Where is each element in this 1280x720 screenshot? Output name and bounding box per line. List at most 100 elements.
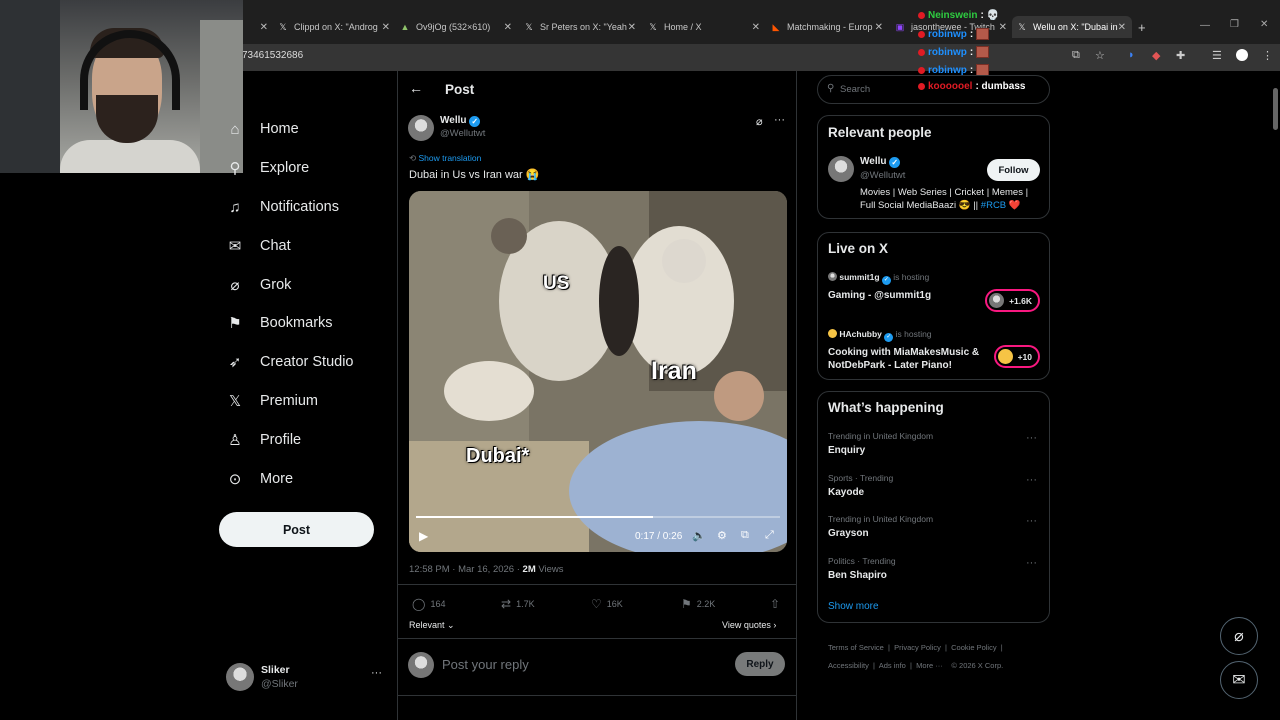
fullscreen-icon[interactable]: ⤢: [765, 529, 774, 542]
search-input[interactable]: Search: [840, 84, 870, 95]
more-dots-icon[interactable]: ···: [1026, 432, 1037, 444]
star-icon[interactable]: ☆: [1095, 49, 1105, 62]
window-close-button[interactable]: ✕: [1260, 19, 1268, 30]
live-host[interactable]: summit1g ✓ is hosting: [828, 272, 929, 285]
close-icon[interactable]: ✕: [504, 22, 512, 33]
volume-icon[interactable]: 🔈: [692, 529, 706, 542]
account-switcher[interactable]: Sliker @Sliker ···: [226, 661, 386, 693]
trend-item[interactable]: Trending in United Kingdom Grayson: [828, 514, 1038, 539]
live-listener-badge[interactable]: +1.6K: [985, 289, 1040, 312]
scrollbar-thumb[interactable]: [1273, 88, 1278, 130]
grok-fab[interactable]: ⌀: [1220, 617, 1258, 655]
tab-matchmaking[interactable]: ◣ Matchmaking - Europ ✕: [771, 16, 883, 38]
like-action[interactable]: ♡ 16K: [591, 597, 623, 611]
tab-image[interactable]: ▲ Ov9jOg (532×610) ✕: [400, 16, 512, 38]
author-handle[interactable]: @Wellutwt: [440, 128, 485, 139]
url-text[interactable]: 73461532686: [242, 50, 303, 61]
chevron-down-icon: ⌄: [447, 620, 455, 630]
close-icon[interactable]: ✕: [382, 22, 390, 33]
tab-clippd[interactable]: 𝕏 Clippd on X: "Androg ✕: [278, 16, 390, 38]
close-icon[interactable]: ✕: [999, 22, 1007, 33]
play-icon[interactable]: ▶: [419, 529, 428, 543]
puzzle-icon[interactable]: ✚: [1176, 49, 1185, 62]
footer-link[interactable]: Cookie Policy: [951, 643, 996, 652]
profile-icon[interactable]: [1236, 49, 1248, 61]
close-icon[interactable]: ✕: [628, 22, 636, 33]
trend-item[interactable]: Politics · Trending Ben Shapiro: [828, 556, 1038, 581]
more-dots-icon[interactable]: ···: [774, 114, 785, 126]
trend-item[interactable]: Sports · Trending Kayode: [828, 473, 1038, 498]
nav-bookmarks[interactable]: ⚑ Bookmarks: [226, 310, 332, 336]
tab-home-x[interactable]: 𝕏 Home / X ✕: [648, 16, 760, 38]
back-arrow-icon[interactable]: ←: [409, 80, 423, 96]
reply-action[interactable]: ◯ 164: [412, 597, 445, 611]
post-button[interactable]: Post: [219, 512, 374, 547]
reply-input[interactable]: Post your reply: [442, 657, 529, 672]
grok-icon[interactable]: ⌀: [756, 115, 763, 128]
nav-creator-studio[interactable]: ➶ Creator Studio: [226, 349, 354, 375]
reply-button[interactable]: Reply: [735, 652, 785, 676]
nav-more[interactable]: ⊙ More: [226, 466, 293, 492]
scrollbar[interactable]: [1271, 71, 1280, 720]
close-icon[interactable]: ✕: [1118, 22, 1126, 33]
share-action[interactable]: ⇧: [770, 597, 780, 611]
footer-link[interactable]: Ads info: [879, 661, 906, 670]
footer-link[interactable]: Terms of Service: [828, 643, 884, 652]
author-avatar[interactable]: [408, 115, 434, 141]
chat-message: robinwp:: [918, 46, 990, 58]
tab-sr-peters[interactable]: 𝕏 Sr Peters on X: "Yeah ✕: [524, 16, 636, 38]
tab-close-previous[interactable]: ✕: [250, 16, 268, 38]
nav-notifications[interactable]: ♫ Notifications: [226, 194, 339, 220]
nav-profile[interactable]: ♙ Profile: [226, 427, 301, 453]
reply-bubble-icon: ◯: [412, 597, 426, 611]
footer-link[interactable]: More ···: [916, 661, 943, 670]
install-icon[interactable]: ⧉: [1072, 49, 1080, 62]
bookmark-action[interactable]: ⚑ 2.2K: [681, 597, 715, 611]
tab-wellu-active[interactable]: 𝕏 Wellu on X: "Dubai in ✕: [1012, 16, 1132, 38]
extension-icon[interactable]: ◆: [1152, 49, 1160, 62]
more-dots-icon[interactable]: ···: [1026, 515, 1037, 527]
avatar[interactable]: [828, 156, 854, 182]
sidebar-icon[interactable]: ☰: [1212, 49, 1222, 62]
messages-fab[interactable]: ✉: [1220, 661, 1258, 699]
minimize-button[interactable]: —: [1200, 20, 1210, 31]
view-quotes-link[interactable]: View quotes ›: [722, 620, 776, 630]
nav-chat[interactable]: ✉ Chat: [226, 233, 291, 259]
show-translation-link[interactable]: ⟲ Show translation: [409, 153, 481, 164]
follow-button[interactable]: Follow: [987, 159, 1040, 181]
person-handle[interactable]: @Wellutwt: [860, 170, 905, 181]
author-name[interactable]: Wellu ✓: [440, 115, 481, 127]
live-title[interactable]: Gaming - @summit1g: [828, 290, 931, 301]
emote-icon: [976, 28, 990, 40]
live-title[interactable]: Cooking with MiaMakesMusic & NotDebPark …: [828, 346, 988, 372]
more-dots-icon[interactable]: ···: [1026, 474, 1037, 486]
more-dots-icon[interactable]: ···: [371, 667, 382, 679]
video-progress-track[interactable]: [416, 516, 780, 518]
close-icon[interactable]: ✕: [875, 22, 883, 33]
show-more-link[interactable]: Show more: [828, 601, 879, 612]
nav-explore[interactable]: ⚲ Explore: [226, 155, 310, 181]
pip-icon[interactable]: ⧉: [741, 529, 749, 542]
maximize-button[interactable]: ❐: [1230, 19, 1239, 30]
sort-dropdown[interactable]: Relevant ⌄: [409, 620, 455, 631]
video-player[interactable]: US Iran Dubai* ▶ 0:17 / 0:26 🔈 ⚙ ⧉ ⤢: [409, 191, 787, 552]
close-icon[interactable]: ✕: [752, 22, 760, 33]
settings-gear-icon[interactable]: ⚙: [717, 529, 727, 542]
repost-action[interactable]: ⇄ 1.7K: [501, 597, 535, 611]
nav-home[interactable]: ⌂ Home: [226, 116, 298, 142]
person-name[interactable]: Wellu ✓: [860, 156, 901, 168]
new-tab-button[interactable]: +: [1138, 20, 1146, 35]
live-listener-badge[interactable]: +10: [994, 345, 1040, 368]
page-title: Post: [445, 82, 475, 97]
close-icon[interactable]: ✕: [260, 22, 268, 33]
live-host[interactable]: HAchubby ✓ is hosting: [828, 329, 932, 342]
footer-link[interactable]: Accessibility: [828, 661, 869, 670]
more-dots-icon[interactable]: ···: [1026, 557, 1037, 569]
nav-premium[interactable]: 𝕏 Premium: [226, 388, 318, 414]
extension-icon[interactable]: ◗: [1128, 49, 1135, 61]
relevant-people-card: Relevant people Wellu ✓ @Wellutwt Follow…: [817, 115, 1050, 219]
footer-link[interactable]: Privacy Policy: [894, 643, 941, 652]
nav-grok[interactable]: ⌀ Grok: [226, 272, 291, 298]
menu-icon[interactable]: ⋮: [1262, 49, 1273, 62]
trend-item[interactable]: Trending in United Kingdom Enquiry: [828, 431, 1038, 456]
